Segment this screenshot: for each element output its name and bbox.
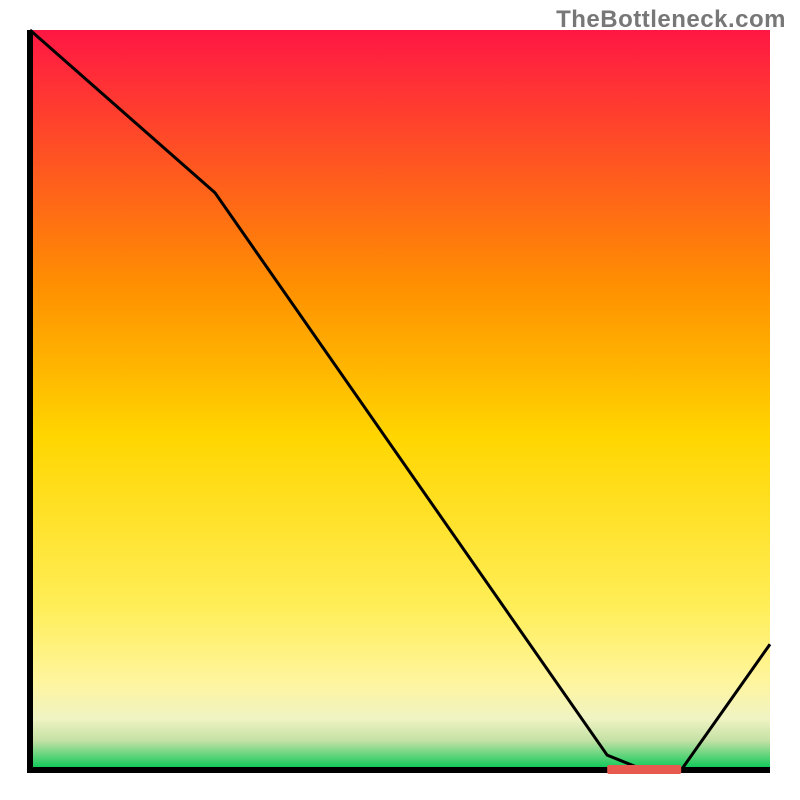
watermark-text: TheBottleneck.com xyxy=(556,6,786,34)
bottleneck-chart xyxy=(0,0,800,800)
optimum-marker xyxy=(607,765,681,774)
heat-gradient-background xyxy=(30,30,770,770)
chart-container: TheBottleneck.com xyxy=(0,0,800,800)
